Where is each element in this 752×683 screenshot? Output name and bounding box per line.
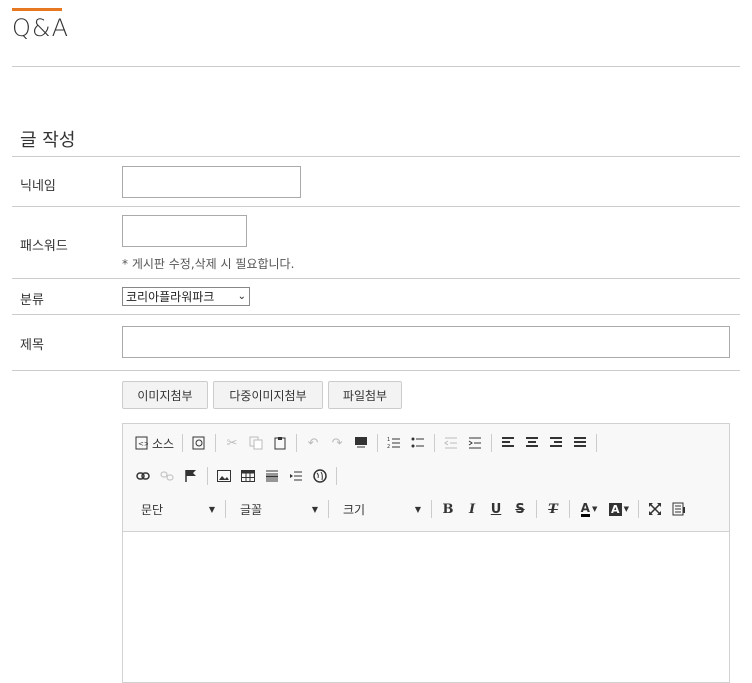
horizontal-rule-icon[interactable] <box>260 464 284 488</box>
toolbar-separator <box>336 467 337 485</box>
toolbar-separator <box>569 500 570 518</box>
size-label: 크기 <box>343 502 366 517</box>
align-justify-icon[interactable] <box>568 431 592 455</box>
subject-input[interactable] <box>122 326 730 358</box>
toolbar-row-3: 문단 ▼ 글꼴 ▼ 크기 ▼ B I U S T A ▼ A ▼ <box>131 496 691 522</box>
source-button[interactable]: <> 소스 <box>131 431 178 455</box>
image-attach-button[interactable]: 이미지첨부 <box>122 381 208 409</box>
toolbar-separator <box>328 500 329 518</box>
editor-toolbar: <> 소스 ✂ ↶ ↷ 1 2 문단 ▼ 글꼴 ▼ 크기 ▼ B I U S T… <box>123 424 729 532</box>
write-form: 닉네임 패스워드 * 게시판 수정,삭제 시 필요합니다. 분류 코리아플라워파… <box>12 156 740 683</box>
toolbar-separator <box>296 434 298 452</box>
paste-icon[interactable] <box>268 431 292 455</box>
toolbar-separator <box>491 434 493 452</box>
toolbar-separator <box>182 434 184 452</box>
font-dropdown[interactable]: 글꼴 ▼ <box>230 498 324 520</box>
numbered-list-icon[interactable]: 12 <box>382 431 406 455</box>
toolbar-separator <box>596 434 598 452</box>
content-row: 이미지첨부 다중이미지첨부 파일첨부 <> 소스 ✂ ↶ ↷ 1 2 문단 ▼ … <box>12 370 740 683</box>
align-left-icon[interactable] <box>496 431 520 455</box>
source-label: 소스 <box>152 436 175 451</box>
bulleted-list-icon[interactable] <box>406 431 430 455</box>
strikethrough-icon[interactable]: S <box>508 497 532 521</box>
text-color-icon[interactable]: A ▼ <box>574 497 604 521</box>
title-divider <box>12 66 740 67</box>
redo-icon[interactable]: ↷ <box>325 431 349 455</box>
password-input[interactable] <box>122 215 247 247</box>
format-dropdown[interactable]: 문단 ▼ <box>131 498 221 520</box>
svg-text:1: 1 <box>387 437 390 443</box>
font-label: 글꼴 <box>240 502 263 517</box>
password-hint: * 게시판 수정,삭제 시 필요합니다. <box>122 257 295 271</box>
category-row: 분류 코리아플라워파크 ⌄ <box>12 278 740 314</box>
remove-format-block-icon[interactable] <box>349 431 373 455</box>
toolbar-separator <box>434 434 436 452</box>
background-color-icon[interactable]: A ▼ <box>604 497 634 521</box>
anchor-flag-icon[interactable] <box>179 464 203 488</box>
iframe-globe-icon[interactable] <box>308 464 332 488</box>
undo-icon[interactable]: ↶ <box>301 431 325 455</box>
clear-format-icon[interactable]: T <box>541 497 565 521</box>
toolbar-separator <box>377 434 379 452</box>
chevron-down-icon: ⌄ <box>237 291 246 302</box>
show-blocks-icon[interactable] <box>667 497 691 521</box>
toolbar-separator <box>207 467 208 485</box>
source-icon: <> <box>135 436 148 450</box>
cut-icon[interactable]: ✂ <box>220 431 244 455</box>
unlink-icon[interactable] <box>155 464 179 488</box>
page-title: Q&A <box>12 14 70 42</box>
align-right-icon[interactable] <box>544 431 568 455</box>
toolbar-separator <box>638 500 639 518</box>
category-label: 분류 <box>20 293 44 308</box>
outdent-icon[interactable] <box>439 431 463 455</box>
toolbar-row-1: <> 소스 ✂ ↶ ↷ 1 2 <box>131 430 601 456</box>
file-attach-button[interactable]: 파일첨부 <box>328 381 402 409</box>
toolbar-separator <box>431 500 432 518</box>
password-row: 패스워드 * 게시판 수정,삭제 시 필요합니다. <box>12 206 740 278</box>
toolbar-separator <box>536 500 537 518</box>
underline-icon[interactable]: U <box>484 497 508 521</box>
dropdown-arrow-icon: ▼ <box>414 504 421 514</box>
svg-text:2: 2 <box>387 444 390 450</box>
page-break-icon[interactable] <box>284 464 308 488</box>
category-selected: 코리아플라워파크 <box>126 290 215 304</box>
editor-content-area[interactable] <box>123 532 729 682</box>
image-icon[interactable] <box>212 464 236 488</box>
nickname-row: 닉네임 <box>12 156 740 206</box>
table-icon[interactable] <box>236 464 260 488</box>
bold-icon[interactable]: B <box>436 497 460 521</box>
size-dropdown[interactable]: 크기 ▼ <box>333 498 427 520</box>
title-accent-bar <box>12 8 62 11</box>
preview-icon[interactable] <box>187 431 211 455</box>
svg-text:<>: <> <box>138 440 148 448</box>
section-title: 글 작성 <box>20 130 76 151</box>
link-icon[interactable] <box>131 464 155 488</box>
maximize-icon[interactable] <box>643 497 667 521</box>
toolbar-separator <box>225 500 226 518</box>
category-select[interactable]: 코리아플라워파크 ⌄ <box>122 287 250 306</box>
dropdown-arrow-icon: ▼ <box>208 504 215 514</box>
nickname-input[interactable] <box>122 166 301 198</box>
nickname-label: 닉네임 <box>20 179 56 194</box>
password-label: 패스워드 <box>20 239 68 254</box>
toolbar-row-2 <box>131 463 341 489</box>
toolbar-separator <box>215 434 217 452</box>
rich-text-editor: <> 소스 ✂ ↶ ↷ 1 2 문단 ▼ 글꼴 ▼ 크기 ▼ B I U S T… <box>122 423 730 683</box>
subject-label: 제목 <box>20 338 44 353</box>
copy-icon[interactable] <box>244 431 268 455</box>
indent-icon[interactable] <box>463 431 487 455</box>
dropdown-arrow-icon: ▼ <box>311 504 318 514</box>
format-label: 문단 <box>141 502 164 517</box>
italic-icon[interactable]: I <box>460 497 484 521</box>
align-center-icon[interactable] <box>520 431 544 455</box>
subject-row: 제목 <box>12 314 740 370</box>
multi-image-attach-button[interactable]: 다중이미지첨부 <box>213 381 323 409</box>
